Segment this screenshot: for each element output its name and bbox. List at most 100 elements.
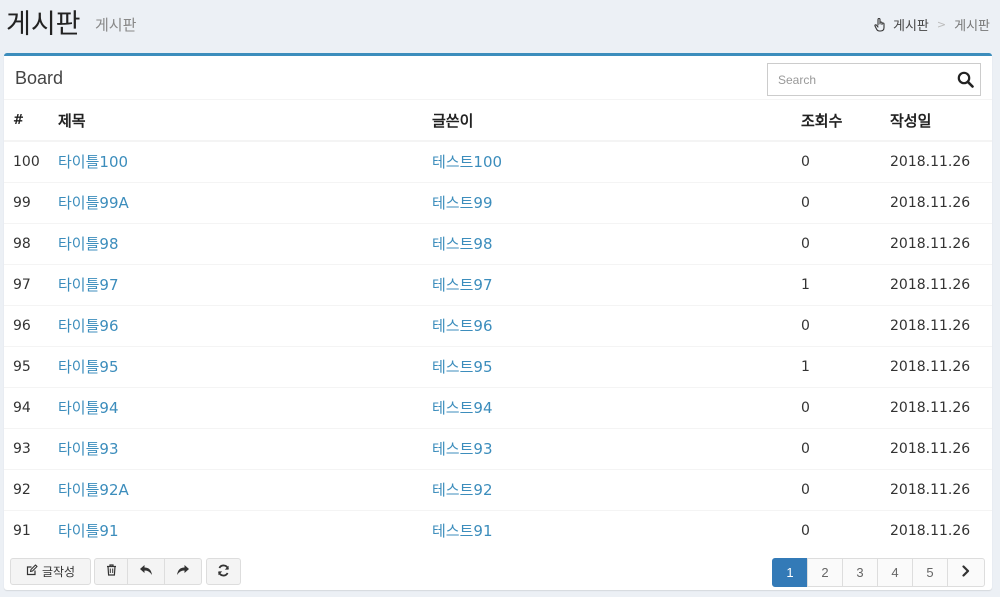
post-title-link[interactable]: 타이틀95 <box>58 358 119 376</box>
column-header-views: 조회수 <box>792 100 881 142</box>
cell-date: 2018.11.26 <box>881 468 992 510</box>
cell-num: 99 <box>4 181 49 223</box>
post-writer-link[interactable]: 테스트93 <box>432 440 493 458</box>
write-button-label: 글작성 <box>41 565 76 579</box>
table-row: 97 타이틀97 테스트97 1 2018.11.26 <box>4 263 992 305</box>
post-writer-link[interactable]: 테스트91 <box>432 522 493 540</box>
table-row: 99 타이틀99A 테스트99 0 2018.11.26 <box>4 181 992 223</box>
board-box: Board # 제목 글쓴이 조회수 작성일 100 타이틀100 테스트100… <box>4 53 992 590</box>
forward-button[interactable] <box>164 558 202 585</box>
cell-num: 95 <box>4 345 49 387</box>
post-title-link[interactable]: 타이틀96 <box>58 317 119 335</box>
cell-num: 91 <box>4 509 49 551</box>
post-writer-link[interactable]: 테스트98 <box>432 235 493 253</box>
cell-views: 0 <box>792 427 881 469</box>
box-footer: 글작성 1 2 3 4 5 <box>4 553 992 593</box>
next-page-button[interactable] <box>947 558 985 587</box>
cell-views: 0 <box>792 386 881 428</box>
cell-views: 1 <box>792 263 881 305</box>
page-subtitle: 게시판 <box>95 16 137 34</box>
refresh-button[interactable] <box>206 558 241 585</box>
post-title-link[interactable]: 타이틀99A <box>58 194 129 212</box>
post-writer-link[interactable]: 테스트94 <box>432 399 493 417</box>
breadcrumb: 게시판 > 게시판 <box>873 15 990 34</box>
page-link-3[interactable]: 3 <box>842 558 878 587</box>
post-writer-link[interactable]: 테스트92 <box>432 481 493 499</box>
box-title: Board <box>15 68 64 88</box>
edit-icon <box>26 564 38 579</box>
forward-icon <box>176 564 190 579</box>
cell-date: 2018.11.26 <box>881 222 992 264</box>
cell-date: 2018.11.26 <box>881 140 992 182</box>
post-title-link[interactable]: 타이틀94 <box>58 399 119 417</box>
table-row: 92 타이틀92A 테스트92 0 2018.11.26 <box>4 468 992 510</box>
cell-date: 2018.11.26 <box>881 263 992 305</box>
hand-pointer-icon <box>873 17 887 32</box>
refresh-icon <box>217 564 230 580</box>
page-link-1[interactable]: 1 <box>772 558 808 587</box>
post-title-link[interactable]: 타이틀93 <box>58 440 119 458</box>
table-row: 91 타이틀91 테스트91 0 2018.11.26 <box>4 509 992 551</box>
breadcrumb-current: 게시판 <box>954 19 990 34</box>
table-row: 96 타이틀96 테스트96 0 2018.11.26 <box>4 304 992 346</box>
post-title-link[interactable]: 타이틀100 <box>58 153 128 171</box>
cell-date: 2018.11.26 <box>881 509 992 551</box>
box-header: Board <box>4 56 992 100</box>
post-writer-link[interactable]: 테스트95 <box>432 358 493 376</box>
reply-icon <box>139 564 153 579</box>
post-title-link[interactable]: 타이틀92A <box>58 481 129 499</box>
cell-num: 98 <box>4 222 49 264</box>
cell-date: 2018.11.26 <box>881 345 992 387</box>
table-row: 100 타이틀100 테스트100 0 2018.11.26 <box>4 140 992 182</box>
cell-views: 0 <box>792 509 881 551</box>
reply-button[interactable] <box>127 558 165 585</box>
page-title: 게시판 <box>6 9 81 40</box>
pagination: 1 2 3 4 5 <box>772 558 985 587</box>
cell-num: 93 <box>4 427 49 469</box>
search-input[interactable] <box>768 64 948 95</box>
page-link-2[interactable]: 2 <box>807 558 843 587</box>
search-icon[interactable] <box>950 64 980 95</box>
post-title-link[interactable]: 타이틀98 <box>58 235 119 253</box>
column-header-title: 제목 <box>49 100 423 142</box>
content-header: 게시판 게시판 게시판 > 게시판 <box>0 0 1000 50</box>
cell-views: 0 <box>792 304 881 346</box>
page-link-5[interactable]: 5 <box>912 558 948 587</box>
delete-button[interactable] <box>94 558 128 585</box>
cell-num: 97 <box>4 263 49 305</box>
post-writer-link[interactable]: 테스트96 <box>432 317 493 335</box>
breadcrumb-separator: > <box>936 18 947 31</box>
cell-date: 2018.11.26 <box>881 304 992 346</box>
table-row: 93 타이틀93 테스트93 0 2018.11.26 <box>4 427 992 469</box>
table-row: 95 타이틀95 테스트95 1 2018.11.26 <box>4 345 992 387</box>
search-box <box>767 63 981 96</box>
column-header-num: # <box>4 100 49 142</box>
cell-num: 94 <box>4 386 49 428</box>
table-row: 94 타이틀94 테스트94 0 2018.11.26 <box>4 386 992 428</box>
page-link-4[interactable]: 4 <box>877 558 913 587</box>
cell-num: 100 <box>4 140 49 182</box>
column-header-writer: 글쓴이 <box>423 100 792 142</box>
cell-views: 0 <box>792 181 881 223</box>
write-button[interactable]: 글작성 <box>10 558 91 585</box>
cell-date: 2018.11.26 <box>881 181 992 223</box>
cell-views: 1 <box>792 345 881 387</box>
cell-date: 2018.11.26 <box>881 386 992 428</box>
table-row: 98 타이틀98 테스트98 0 2018.11.26 <box>4 222 992 264</box>
board-table: # 제목 글쓴이 조회수 작성일 100 타이틀100 테스트100 0 201… <box>4 100 992 551</box>
chevron-right-icon <box>961 565 971 580</box>
post-writer-link[interactable]: 테스트99 <box>432 194 493 212</box>
cell-num: 96 <box>4 304 49 346</box>
cell-views: 0 <box>792 140 881 182</box>
post-writer-link[interactable]: 테스트97 <box>432 276 493 294</box>
cell-num: 92 <box>4 468 49 510</box>
breadcrumb-home-link[interactable]: 게시판 <box>893 15 929 34</box>
column-header-date: 작성일 <box>881 100 992 142</box>
cell-views: 0 <box>792 222 881 264</box>
post-writer-link[interactable]: 테스트100 <box>432 153 502 171</box>
cell-views: 0 <box>792 468 881 510</box>
trash-icon <box>106 564 117 579</box>
post-title-link[interactable]: 타이틀97 <box>58 276 119 294</box>
table-header-row: # 제목 글쓴이 조회수 작성일 <box>4 100 992 142</box>
post-title-link[interactable]: 타이틀91 <box>58 522 119 540</box>
